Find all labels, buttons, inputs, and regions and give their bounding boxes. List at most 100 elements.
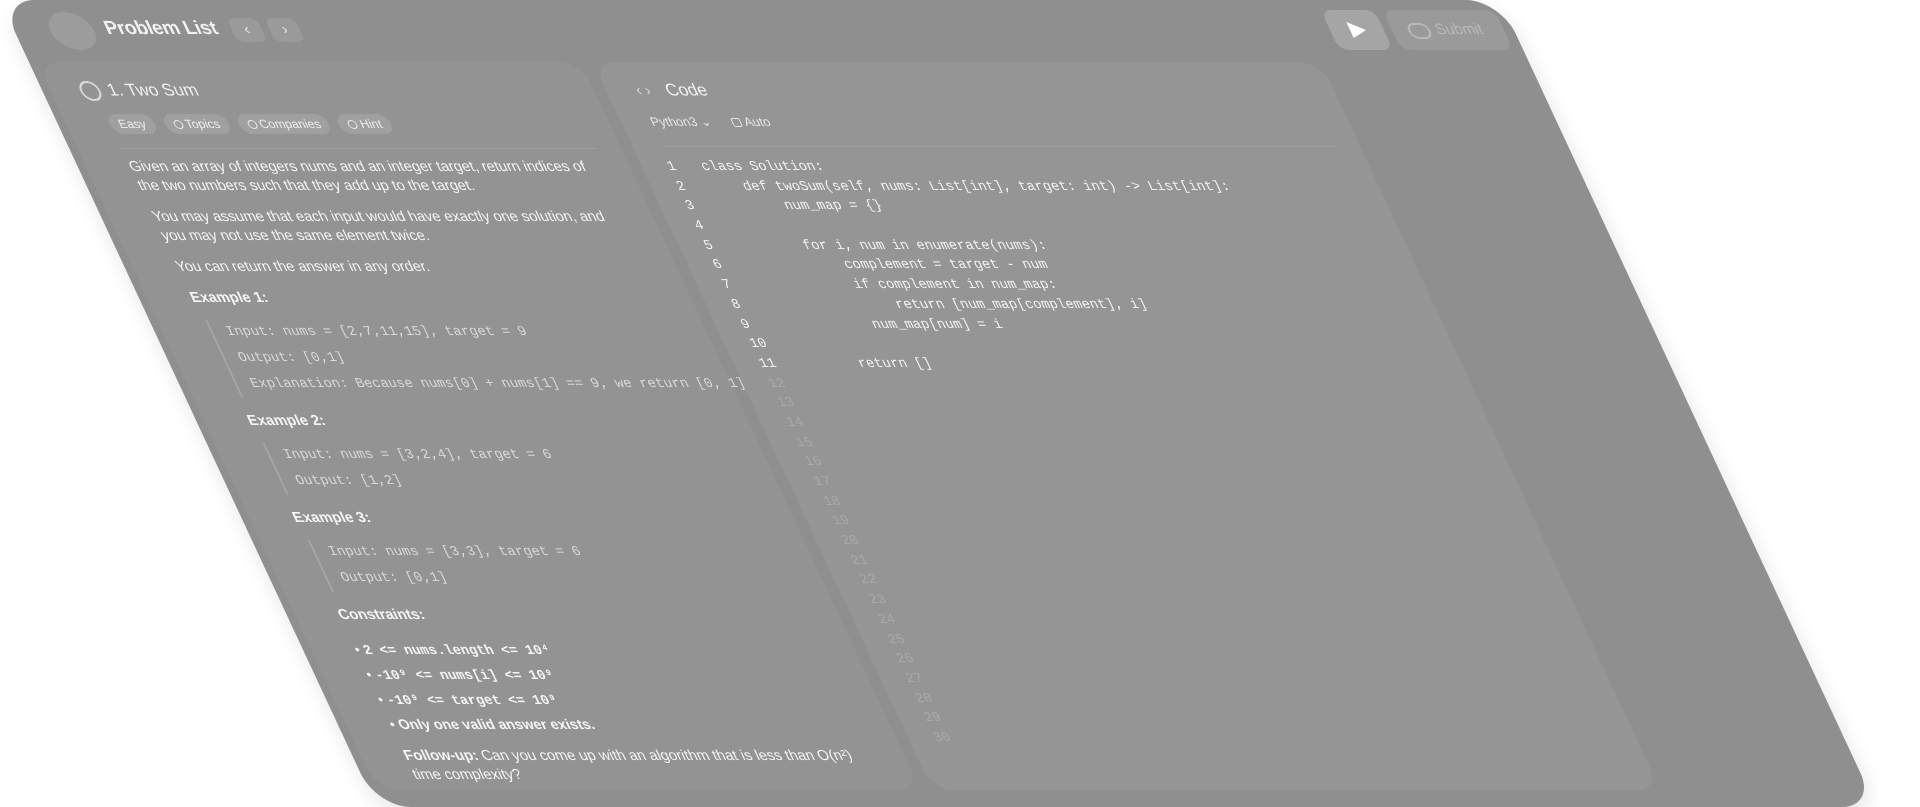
code-line[interactable]: 9 num_map[num] = i [737, 316, 1299, 336]
topics-tag[interactable]: Topics [159, 114, 234, 134]
code-line[interactable]: 5 for i, num in enumerate(nums): [700, 237, 1262, 257]
hint-tag[interactable]: Hint [334, 114, 396, 134]
mode-label: Auto [740, 115, 774, 129]
line-number: 20 [839, 534, 863, 550]
example-block: Input: nums = [3,3], target = 6 Output: … [307, 540, 799, 592]
empty-line[interactable]: 18 [820, 493, 1382, 513]
line-number: 12 [765, 376, 789, 392]
empty-line[interactable]: 13 [774, 394, 1336, 414]
empty-line[interactable]: 20 [838, 532, 1400, 552]
problem-title: 1. Two Sum [103, 80, 202, 100]
code-line[interactable]: 4 [691, 217, 1253, 237]
empty-line[interactable]: 25 [884, 631, 1446, 651]
code-line[interactable]: 6 complement = target - num [710, 256, 1272, 276]
code-line[interactable]: 1 class Solution: [664, 158, 1226, 178]
difficulty-label: Easy [115, 117, 149, 131]
divider [121, 148, 598, 149]
chevron-right-icon: › [278, 21, 292, 38]
empty-line[interactable]: 19 [829, 512, 1391, 532]
language-label: Python3 [647, 115, 701, 129]
line-number: 14 [783, 415, 808, 431]
empty-line[interactable]: 22 [856, 571, 1418, 591]
difficulty-tag[interactable]: Easy [105, 114, 160, 134]
code-line[interactable]: 3 num_map = {} [682, 197, 1244, 217]
line-number: 25 [884, 632, 909, 648]
line-number: 16 [802, 455, 826, 471]
bulb-icon [346, 120, 360, 129]
empty-line[interactable]: 15 [792, 434, 1354, 454]
line-number: 18 [820, 494, 844, 510]
line-number: 30 [930, 730, 955, 746]
code-line[interactable]: 11 return [] [755, 355, 1317, 375]
line-number: 24 [875, 612, 899, 628]
empty-line[interactable]: 28 [912, 690, 1474, 710]
empty-line[interactable]: 30 [930, 729, 1492, 749]
auto-mode-toggle[interactable]: Auto [729, 115, 773, 129]
empty-line[interactable]: 26 [893, 650, 1455, 670]
empty-line[interactable]: 23 [866, 591, 1428, 611]
empty-line[interactable]: 16 [801, 453, 1363, 473]
screen: Problem List ‹ › Submit 1. Two Sum Easy … [0, 0, 1920, 807]
code-title: Code [661, 80, 712, 100]
description-header: 1. Two Sum [75, 80, 204, 104]
example-line: Output: [0,1] [338, 571, 451, 586]
prev-problem-button[interactable]: ‹ [226, 18, 268, 42]
language-select[interactable]: Python3 ⌄ [648, 115, 714, 129]
line-number: 17 [811, 475, 835, 490]
line-number: 23 [866, 593, 890, 609]
chevron-left-icon: ‹ [240, 21, 254, 38]
code-text: class Solution: [698, 160, 828, 175]
empty-line[interactable]: 21 [847, 552, 1409, 572]
example-line: Input: nums = [3,2,4], target = 6 [280, 448, 556, 463]
paragraph: You can return the answer in any order. [172, 259, 433, 275]
chevron-down-icon: ⌄ [696, 115, 714, 129]
example-block: Input: nums = [3,2,4], target = 6 Output… [262, 443, 753, 495]
code-header: ‹ › Code [631, 80, 713, 104]
code-text: return [] [790, 356, 936, 372]
code-text: def twoSum(self, nums: List[int], target… [707, 179, 1234, 195]
code-line[interactable]: 7 if complement in num_map: [719, 276, 1281, 296]
empty-line[interactable]: 12 [765, 375, 1327, 395]
code-text: return [num_map[complement], i] [762, 297, 1151, 313]
line-number: 22 [857, 573, 881, 589]
problem-list-link[interactable]: Problem List [100, 18, 222, 40]
code-text: num_map[num] = i [772, 317, 1006, 333]
example-line: Input: nums = [3,3], target = 6 [326, 545, 585, 560]
line-number: 27 [903, 671, 927, 687]
paragraph: You may assume that each input would hav… [149, 209, 608, 244]
app-window: Problem List ‹ › Submit 1. Two Sum Easy … [0, 0, 1877, 807]
constraints-list: 2 <= nums.length <= 10⁴ -10⁹ <= nums[i] … [349, 637, 866, 737]
editor-toolbar: Python3 ⌄ Auto [647, 114, 774, 129]
code-text: for i, num in enumerate(nums): [735, 238, 1051, 254]
lock-icon [730, 118, 744, 127]
example-title: Example 3: [289, 510, 374, 526]
example-title: Example 1: [187, 290, 272, 306]
example-title: Example 2: [244, 413, 329, 429]
line-number: 10 [747, 337, 771, 353]
line-number: 15 [793, 435, 817, 451]
topics-label: Topics [182, 117, 223, 131]
next-problem-button[interactable]: › [264, 18, 306, 42]
empty-line[interactable]: 29 [921, 709, 1483, 729]
constraint-item: -10⁹ <= nums[i] <= 10⁹ [361, 662, 843, 687]
hint-label: Hint [356, 117, 385, 131]
empty-line[interactable]: 24 [875, 611, 1437, 631]
top-bar: Problem List ‹ › Submit [0, 0, 1529, 62]
constraint-item: -10⁹ <= target <= 10⁹ [372, 687, 854, 712]
submit-button[interactable]: Submit [1382, 10, 1514, 50]
code-text: complement = target - num [744, 258, 1052, 274]
run-button[interactable] [1320, 10, 1394, 50]
empty-line[interactable]: 17 [811, 473, 1373, 493]
empty-line[interactable]: 14 [783, 414, 1345, 434]
empty-line[interactable]: 27 [902, 670, 1464, 690]
code-line[interactable]: 2 def twoSum(self, nums: List[int], targ… [673, 178, 1235, 198]
code-line[interactable]: 8 return [num_map[complement], i] [728, 296, 1290, 316]
companies-tag[interactable]: Companies [233, 114, 334, 134]
constraint-item: 2 <= nums.length <= 10⁴ [349, 637, 831, 662]
line-number: 13 [774, 396, 798, 412]
divider [662, 146, 1337, 147]
code-line[interactable]: 10 [746, 335, 1308, 355]
building-icon [245, 120, 259, 129]
follow-up-text: Can you come up with an algorithm that i… [409, 748, 856, 783]
logo[interactable] [41, 12, 104, 50]
